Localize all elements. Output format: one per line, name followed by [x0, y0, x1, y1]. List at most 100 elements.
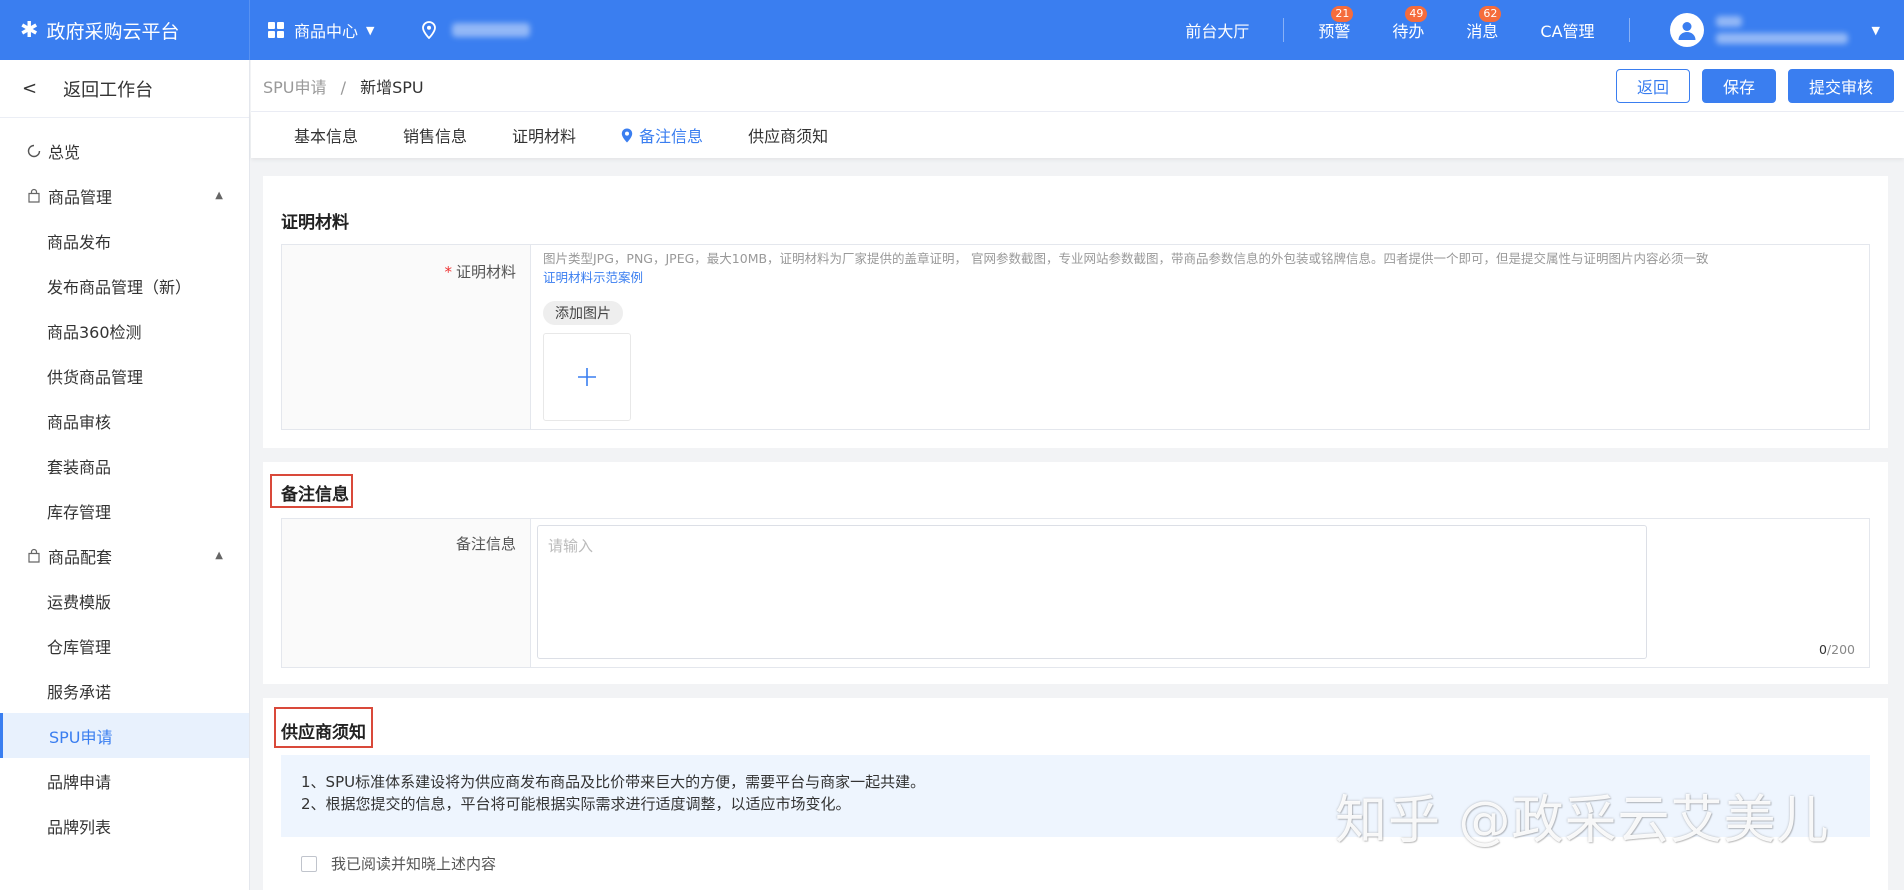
warning-link[interactable]: 预警 21	[1318, 6, 1354, 42]
breadcrumb: SPU申请 / 新增SPU	[251, 74, 424, 98]
sidebar-item-overview[interactable]: 总览	[0, 128, 249, 173]
proof-materials-body: 图片类型JPG，PNG，JPEG，最大10MB，证明材料为厂家提供的盖章证明， …	[531, 245, 1869, 429]
todo-label: 待办	[1392, 22, 1425, 41]
brand-name: 政府采购云平台	[46, 20, 180, 43]
agree-checkbox-row[interactable]: 我已阅读并知晓上述内容	[301, 853, 496, 874]
sidebar-group-product-support[interactable]: 商品配套 ▲	[0, 533, 249, 578]
sidebar-item-product-360[interactable]: 商品360检测	[0, 308, 249, 353]
watermark: 知乎 @政采云艾美儿	[1335, 791, 1830, 851]
shopping-bag-icon	[28, 188, 40, 203]
remark-label-cell: 备注信息	[282, 519, 531, 667]
location-redacted	[452, 23, 531, 37]
proof-materials-label: 证明材料	[455, 263, 516, 281]
location-pin-icon	[422, 21, 437, 39]
sidebar-group-label: 商品配套	[48, 547, 113, 567]
sidebar-item-inventory[interactable]: 库存管理	[0, 488, 249, 533]
remark-row: 备注信息 0/200	[281, 518, 1870, 668]
sidebar-item-published-products[interactable]: 发布商品管理（新）	[0, 263, 249, 308]
snowflake-logo-icon: ✱	[20, 17, 39, 43]
tab-basic-info[interactable]: 基本信息	[294, 123, 358, 147]
product-center-label: 商品中心	[294, 22, 359, 41]
page-header: SPU申请 / 新增SPU 返回 保存 提交审核	[251, 60, 1904, 112]
back-button[interactable]: 返回	[1615, 68, 1690, 103]
sidebar-item-supply-products[interactable]: 供货商品管理	[0, 353, 249, 398]
messages-link[interactable]: 消息 62	[1466, 6, 1502, 42]
todo-link[interactable]: 待办 49	[1392, 6, 1428, 42]
sidebar-group-product-management[interactable]: 商品管理 ▲	[0, 173, 249, 218]
messages-label: 消息	[1466, 22, 1499, 41]
remark-textarea[interactable]	[537, 525, 1647, 659]
sidebar-item-brand-list[interactable]: 品牌列表	[0, 803, 249, 848]
grid-icon	[268, 22, 284, 38]
sidebar-item-label: 总览	[48, 142, 81, 162]
sidebar-item-product-publish[interactable]: 商品发布	[0, 218, 249, 263]
sidebar-item-service-promise[interactable]: 服务承诺	[0, 668, 249, 713]
warning-label: 预警	[1318, 22, 1351, 41]
tab-supplier-notice[interactable]: 供应商须知	[748, 123, 828, 147]
char-counter: 0/200	[1819, 642, 1855, 657]
warning-badge: 21	[1331, 6, 1354, 22]
tab-sales-info[interactable]: 销售信息	[403, 123, 467, 147]
section-tabs: 基本信息 销售信息 证明材料 备注信息 供应商须知	[251, 112, 1904, 158]
sidebar-item-product-review[interactable]: 商品审核	[0, 398, 249, 443]
agree-label: 我已阅读并知晓上述内容	[331, 855, 497, 873]
user-menu[interactable]: ▼	[1669, 13, 1880, 47]
sidebar: < 返回工作台 总览 商品管理 ▲ 商品发布 发布商品管理（新） 商品360检测…	[0, 60, 250, 890]
char-max: /200	[1826, 642, 1855, 657]
caret-down-icon: ▼	[366, 23, 375, 37]
avatar	[1669, 13, 1704, 47]
tab-remark-info-label: 备注信息	[639, 127, 704, 146]
top-navbar: ✱ 政府采购云平台 商品中心 ▼ 前台大厅 预警 21 待办 49 消息 62 …	[0, 0, 1904, 60]
back-to-workbench-label: 返回工作台	[63, 79, 154, 101]
image-upload-box[interactable]	[543, 333, 631, 421]
tab-remark-info[interactable]: 备注信息	[621, 123, 703, 147]
save-button[interactable]: 保存	[1701, 68, 1776, 103]
proof-example-link[interactable]: 证明材料示范案例	[531, 267, 643, 286]
todo-badge: 49	[1405, 6, 1428, 22]
shopping-bag-icon	[28, 548, 40, 563]
breadcrumb-separator: /	[340, 77, 347, 97]
sidebar-item-bundle-products[interactable]: 套装商品	[0, 443, 249, 488]
supplier-notice-title: 供应商须知	[281, 723, 366, 743]
user-org-redacted	[1715, 33, 1848, 44]
caret-up-icon: ▲	[215, 190, 223, 201]
remark-section: 备注信息 备注信息 0/200	[263, 462, 1888, 684]
sidebar-item-brand-application[interactable]: 品牌申请	[0, 758, 249, 803]
proof-materials-section: 证明材料 * 证明材料 图片类型JPG，PNG，JPEG，最大10MB，证明材料为…	[263, 176, 1888, 448]
remark-title: 备注信息	[281, 485, 349, 505]
required-asterisk: *	[444, 263, 452, 281]
breadcrumb-parent[interactable]: SPU申请	[263, 78, 327, 97]
product-center-menu[interactable]: 商品中心 ▼	[268, 18, 374, 42]
submit-review-button[interactable]: 提交审核	[1787, 68, 1894, 103]
tab-proof-materials[interactable]: 证明材料	[512, 123, 576, 147]
remark-body: 0/200	[531, 519, 1869, 667]
user-avatar-icon	[1678, 22, 1696, 40]
proof-materials-label-cell: * 证明材料	[282, 245, 531, 429]
add-image-button[interactable]: 添加图片	[543, 301, 623, 325]
user-name-redacted	[1715, 16, 1742, 27]
sidebar-group-label: 商品管理	[48, 187, 113, 207]
caret-down-icon: ▼	[1871, 23, 1880, 37]
sidebar-menu: 总览 商品管理 ▲ 商品发布 发布商品管理（新） 商品360检测 供货商品管理 …	[0, 118, 249, 848]
proof-materials-row: * 证明材料 图片类型JPG，PNG，JPEG，最大10MB，证明材料为厂家提供的…	[281, 244, 1870, 430]
messages-badge: 62	[1479, 6, 1502, 22]
plus-icon	[578, 368, 596, 386]
back-to-workbench[interactable]: < 返回工作台	[0, 60, 249, 118]
proof-materials-hint: 图片类型JPG，PNG，JPEG，最大10MB，证明材料为厂家提供的盖章证明， …	[543, 251, 1709, 266]
breadcrumb-current: 新增SPU	[360, 77, 424, 97]
front-hall-link[interactable]: 前台大厅	[1185, 18, 1285, 42]
location-pin-icon	[621, 128, 633, 142]
char-count: 0	[1818, 642, 1827, 657]
chevron-left-icon: <	[22, 78, 38, 99]
sidebar-item-spu-application[interactable]: SPU申请	[0, 713, 249, 758]
sidebar-item-warehouse[interactable]: 仓库管理	[0, 623, 249, 668]
location-selector[interactable]	[422, 21, 531, 39]
ca-management-link[interactable]: CA管理	[1540, 18, 1630, 42]
remark-label: 备注信息	[455, 535, 516, 553]
agree-checkbox[interactable]	[301, 855, 317, 872]
caret-up-icon: ▲	[215, 550, 223, 561]
proof-materials-title: 证明材料	[281, 213, 349, 233]
refresh-circle-icon	[27, 144, 41, 157]
brand[interactable]: ✱ 政府采购云平台	[0, 0, 250, 60]
sidebar-item-shipping-template[interactable]: 运费模版	[0, 578, 249, 623]
